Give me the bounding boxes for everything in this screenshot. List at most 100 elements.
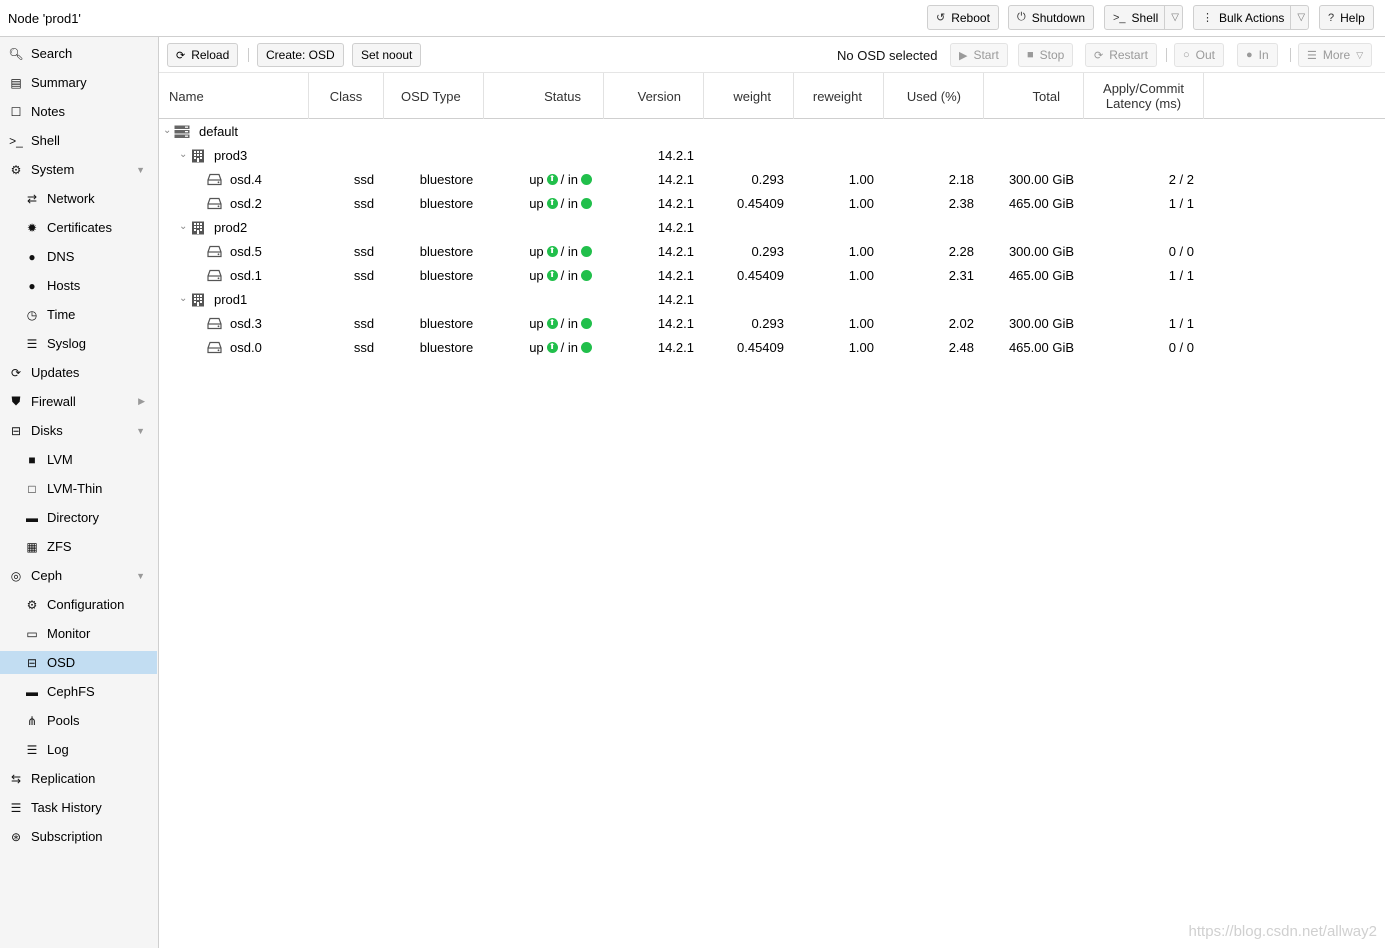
chevron-down-icon[interactable]: ▼: [136, 571, 145, 581]
sidebar-item-updates[interactable]: ⟳ Updates: [0, 361, 157, 384]
reboot-button[interactable]: ↺ Reboot: [927, 5, 999, 30]
sidebar-item-time[interactable]: ◷ Time: [0, 303, 157, 326]
shell-button[interactable]: >_ Shell ▽: [1104, 5, 1183, 30]
sidebar-item-firewall[interactable]: ⛊ Firewall ▶: [0, 390, 157, 413]
bulk-actions-label: Bulk Actions: [1219, 10, 1285, 25]
sidebar-item-notes[interactable]: ☐ Notes: [0, 100, 157, 123]
chevron-down-icon[interactable]: ▼: [136, 426, 145, 436]
ellipsis-vertical-icon: ⋮: [1202, 12, 1213, 24]
undo-icon: ↺: [936, 12, 946, 24]
sidebar-item-zfs[interactable]: ▦ ZFS: [0, 535, 157, 558]
tree-row-host[interactable]: ⌄ prod3 14.2.1: [159, 143, 1385, 167]
sidebar-item-label: Ceph: [31, 568, 63, 583]
osd-name: osd.5: [230, 243, 262, 259]
out-button[interactable]: ○ Out: [1174, 43, 1224, 67]
sidebar-item-summary[interactable]: ▤ Summary: [0, 71, 157, 94]
sidebar-item-osd[interactable]: ⊟ OSD: [0, 651, 157, 674]
expander-icon[interactable]: ⌄: [179, 221, 187, 232]
osd-version: 14.2.1: [657, 243, 694, 259]
host-version: 14.2.1: [657, 147, 694, 163]
column-header-version[interactable]: Version: [604, 73, 704, 119]
globe-icon: ●: [28, 278, 36, 293]
chevron-down-icon[interactable]: ▽: [1164, 6, 1181, 29]
reboot-label: Reboot: [951, 10, 990, 25]
sidebar-item-monitor[interactable]: ▭ Monitor: [0, 622, 157, 645]
tree-row-osd[interactable]: osd.0 ssd bluestore up ⬆ / in 14.2.1 0.45409 1.0…: [159, 335, 1385, 359]
column-header-latency[interactable]: Apply/Commit Latency (ms): [1084, 73, 1204, 119]
column-header-class[interactable]: Class: [309, 73, 384, 119]
chevron-right-icon[interactable]: ▶: [138, 396, 145, 407]
tree-row-osd[interactable]: osd.1 ssd bluestore up ⬆ / in 14.2.1 0.45409 1.0…: [159, 263, 1385, 287]
tree-row-osd[interactable]: osd.4 ssd bluestore up ⬆ / in 14.2.1 0.293 1.00 2…: [159, 167, 1385, 191]
sidebar-item-label: LVM-Thin: [47, 481, 103, 496]
expander-icon[interactable]: ⌄: [179, 293, 187, 304]
sidebar-item-ceph[interactable]: ◎ Ceph ▼: [0, 564, 157, 587]
create-osd-button[interactable]: Create: OSD: [257, 43, 344, 67]
sidebar-item-label: DNS: [47, 249, 75, 264]
more-button[interactable]: ☰ More ▽: [1298, 43, 1373, 67]
tree-row-osd[interactable]: osd.2 ssd bluestore up ⬆ / in 14.2.1 0.45409 1.0…: [159, 191, 1385, 215]
tree-row-osd[interactable]: osd.5 ssd bluestore up ⬆ / in 14.2.1 0.293 1.00 2…: [159, 239, 1385, 263]
osd-reweight: 1.00: [848, 243, 874, 259]
sidebar-item-configuration[interactable]: ⚙ Configuration: [0, 593, 157, 616]
sidebar-item-label: Updates: [31, 365, 80, 380]
column-header-weight[interactable]: weight: [704, 73, 794, 119]
help-button[interactable]: ? Help: [1319, 5, 1374, 30]
sidebar-item-disks[interactable]: ⊟ Disks ▼: [0, 419, 157, 442]
sidebar-item-cephfs[interactable]: ▬ CephFS: [0, 680, 157, 703]
set-noout-button[interactable]: Set noout: [352, 43, 422, 67]
osd-latency: 1 / 1: [1168, 267, 1194, 283]
osd-used: 2.38: [948, 195, 974, 211]
status-in-text: / in: [560, 243, 578, 259]
chevron-down-icon[interactable]: ▽: [1290, 6, 1307, 29]
tree-row-host[interactable]: ⌄ prod1 14.2.1: [159, 287, 1385, 311]
sidebar-item-directory[interactable]: ▬ Directory: [0, 506, 157, 529]
sidebar-item-certificates[interactable]: ✹ Certificates: [0, 216, 157, 239]
latency-header-line2: Latency (ms): [1105, 96, 1182, 111]
stop-button[interactable]: ■ Stop: [1018, 43, 1074, 67]
column-header-total[interactable]: Total: [984, 73, 1084, 119]
osd-type: bluestore: [419, 339, 474, 355]
column-header-name[interactable]: Name: [159, 73, 309, 119]
status-up-text: up: [529, 339, 544, 355]
sidebar-item-lvm[interactable]: ■ LVM: [0, 448, 157, 471]
sidebar-item-lvm-thin[interactable]: □ LVM-Thin: [0, 477, 157, 500]
sidebar-item-network[interactable]: ⇄ Network: [0, 187, 157, 210]
in-button[interactable]: ● In: [1237, 43, 1278, 67]
shutdown-button[interactable]: ⏻ Shutdown: [1008, 5, 1095, 30]
column-header-osd-type[interactable]: OSD Type: [384, 73, 484, 119]
circle-icon: [581, 317, 592, 329]
sidebar-item-subscription[interactable]: ⊛ Subscription: [0, 825, 157, 848]
osd-class: ssd: [353, 339, 375, 355]
sidebar-item-shell[interactable]: >_ Shell: [0, 129, 157, 152]
create-osd-label: Create: OSD: [266, 48, 335, 62]
tree-row-osd[interactable]: osd.3 ssd bluestore up ⬆ / in 14.2.1 0.293 1.00 2…: [159, 311, 1385, 335]
sidebar-item-pools[interactable]: ⋔ Pools: [0, 709, 157, 732]
column-header-reweight[interactable]: reweight: [794, 73, 884, 119]
tree-row-host[interactable]: ⌄ prod2 14.2.1: [159, 215, 1385, 239]
expander-icon[interactable]: ⌄: [179, 149, 187, 160]
sidebar-item-label: Task History: [31, 800, 102, 815]
sidebar-item-dns[interactable]: ● DNS: [0, 245, 157, 268]
reload-button[interactable]: ⟳ Reload: [167, 43, 239, 67]
start-button[interactable]: ▶ Start: [950, 43, 1008, 67]
toolbar-separator: [248, 48, 249, 62]
column-header-used[interactable]: Used (%): [884, 73, 984, 119]
sidebar-item-replication[interactable]: ⇆ Replication: [0, 767, 157, 790]
expander-icon[interactable]: ⌄: [163, 125, 171, 136]
book-icon: ▤: [10, 75, 22, 90]
hdd-icon: ⊟: [26, 655, 38, 670]
restart-button[interactable]: ⟳ Restart: [1085, 43, 1157, 67]
sidebar-item-system[interactable]: ⚙ System ▼: [0, 158, 157, 181]
sidebar-item-hosts[interactable]: ● Hosts: [0, 274, 157, 297]
chevron-down-icon[interactable]: ▼: [136, 165, 145, 175]
sidebar-item-task-history[interactable]: ☰ Task History: [0, 796, 157, 819]
column-header-status[interactable]: Status: [484, 73, 604, 119]
osd-weight: 0.293: [751, 315, 784, 331]
sidebar-item-syslog[interactable]: ☰ Syslog: [0, 332, 157, 355]
sidebar-item-search[interactable]: 🔍︎ Search: [0, 42, 157, 65]
bulk-actions-button[interactable]: ⋮ Bulk Actions ▽: [1193, 5, 1309, 30]
tree-row-root[interactable]: ⌄ default: [159, 119, 1385, 143]
stop-icon: ■: [1027, 49, 1034, 61]
sidebar-item-log[interactable]: ☰ Log: [0, 738, 157, 761]
